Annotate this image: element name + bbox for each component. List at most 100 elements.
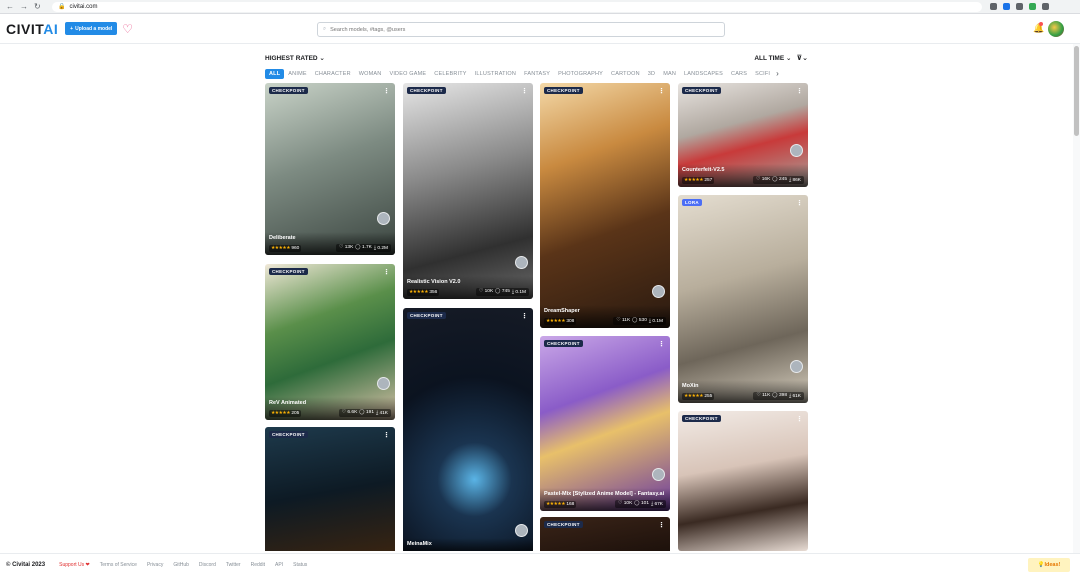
scroll-thumb[interactable] <box>1074 46 1079 136</box>
creator-avatar[interactable] <box>652 285 665 298</box>
more-options-icon[interactable]: ⋮ <box>658 340 665 348</box>
forward-icon[interactable]: → <box>20 2 28 11</box>
ideas-label: Ideas! <box>1044 562 1061 568</box>
footer-link[interactable]: Privacy <box>147 562 163 568</box>
model-type-badge: CHECKPOINT <box>407 312 446 319</box>
search-box[interactable]: ⌕ <box>317 22 725 37</box>
tab-landscapes[interactable]: LANDSCAPES <box>680 69 727 79</box>
plus-icon: + <box>70 25 74 32</box>
more-options-icon[interactable]: ⋮ <box>521 87 528 95</box>
tab-man[interactable]: MAN <box>659 69 680 79</box>
metrics: ♡ 6.6K ◯ 191 ⤓ 41K <box>338 409 391 417</box>
tab-all[interactable]: ALL <box>265 68 285 79</box>
more-options-icon[interactable]: ⋮ <box>796 199 803 207</box>
metrics: ♡ 16K ◯ 245 ⤓ 86K <box>753 176 804 184</box>
back-icon[interactable]: ← <box>6 2 14 11</box>
search-input[interactable] <box>330 26 711 33</box>
model-type-badge: CHECKPOINT <box>269 431 308 438</box>
tab-cars[interactable]: CARS <box>727 69 751 79</box>
tab-celebrity[interactable]: CELEBRITY <box>430 69 470 79</box>
tab-anime[interactable]: ANIME <box>284 69 310 79</box>
creator-avatar[interactable] <box>790 144 803 157</box>
footer-link[interactable]: Discord <box>199 562 216 568</box>
tab-scifi[interactable]: SCIFI <box>751 69 774 79</box>
model-card[interactable]: LORA ⋮ MoXin ★★★★★ 255 ♡ 11K ◯ 398 ⤓ 61K <box>678 195 808 403</box>
ideas-button[interactable]: 💡 Ideas! <box>1028 558 1070 572</box>
likes-count: ♡ 16K <box>756 177 771 182</box>
category-tabs: ALL ANIME CHARACTER WOMAN VIDEO GAME CELEBRIT… <box>265 68 808 79</box>
model-type-badge: CHECKPOINT <box>269 268 308 275</box>
model-type-badge: CHECKPOINT <box>544 521 583 528</box>
tab-cartoon[interactable]: CARTOON <box>607 69 644 79</box>
card-stats: ★★★★★ 205 ♡ 6.6K ◯ 191 ⤓ 41K <box>269 409 391 417</box>
downloads-count: ⤓ 0.1M <box>648 319 663 324</box>
footer-link[interactable]: Twitter <box>226 562 241 568</box>
rating: ★★★★★ 308 <box>544 317 577 325</box>
logo-accent: AI <box>43 20 59 37</box>
chevron-right-icon[interactable]: › <box>776 69 779 78</box>
extension-icon[interactable] <box>1029 3 1036 10</box>
rating: ★★★★★ 960 <box>269 244 302 252</box>
civitai-logo[interactable]: CIVITAI <box>6 21 58 37</box>
tab-photography[interactable]: PHOTOGRAPHY <box>554 69 607 79</box>
more-options-icon[interactable]: ⋮ <box>658 87 665 95</box>
address-bar[interactable]: 🔒 civitai.com <box>52 1 982 12</box>
tab-fantasy[interactable]: FANTASY <box>520 69 554 79</box>
reload-icon[interactable]: ↻ <box>34 2 41 11</box>
bell-icon[interactable]: 🔔 <box>1033 22 1044 34</box>
model-card[interactable]: CHECKPOINT ⋮ DreamShaper ★★★★★ 308 ♡ 11K ◯… <box>540 83 670 328</box>
more-options-icon[interactable]: ⋮ <box>383 431 390 439</box>
more-options-icon[interactable]: ⋮ <box>383 268 390 276</box>
extension-icon[interactable] <box>990 3 997 10</box>
model-card[interactable]: CHECKPOINT ⋮ ReV Animated ★★★★★ 205 ♡ 6.6K… <box>265 264 395 420</box>
more-options-icon[interactable]: ⋮ <box>383 87 390 95</box>
model-card[interactable]: CHECKPOINT ⋮ <box>265 427 395 551</box>
footer-link[interactable]: Reddit <box>251 562 265 568</box>
card-footer: MoXin ★★★★★ 255 ♡ 11K ◯ 398 ⤓ 61K <box>678 380 808 403</box>
more-options-icon[interactable]: ⋮ <box>796 415 803 423</box>
extension-icon[interactable] <box>1016 3 1023 10</box>
model-card[interactable]: CHECKPOINT ⋮ Realistic Vision V2.0 ★★★★★ 3… <box>403 83 533 299</box>
model-card[interactable]: CHECKPOINT ⋮ <box>540 517 670 551</box>
likes-count: ♡ 6.6K <box>341 410 358 415</box>
footer-link[interactable]: API <box>275 562 283 568</box>
tab-woman[interactable]: WOMAN <box>355 69 386 79</box>
footer-link[interactable]: Status <box>293 562 307 568</box>
metrics: ♡ 10K ◯ 101 ⤓ 67K <box>615 500 666 508</box>
sort-dropdown[interactable]: HIGHEST RATED ⌄ <box>265 54 325 62</box>
more-options-icon[interactable]: ⋮ <box>658 521 665 529</box>
creator-avatar[interactable] <box>515 256 528 269</box>
model-card[interactable]: CHECKPOINT ⋮ MeinaMix <box>403 308 533 551</box>
scrollbar[interactable] <box>1073 44 1080 553</box>
extension-icon[interactable] <box>1003 3 1010 10</box>
tab-illustration[interactable]: ILLUSTRATION <box>471 69 520 79</box>
creator-avatar[interactable] <box>652 468 665 481</box>
avatar[interactable] <box>1048 21 1064 37</box>
filter-icon[interactable]: ⊽⌄ <box>796 55 808 62</box>
creator-avatar[interactable] <box>790 360 803 373</box>
extension-icon[interactable] <box>1042 3 1049 10</box>
model-card[interactable]: CHECKPOINT ⋮ <box>678 411 808 551</box>
footer-link[interactable]: Terms of Service <box>100 562 137 568</box>
more-options-icon[interactable]: ⋮ <box>796 87 803 95</box>
tab-character[interactable]: CHARACTER <box>311 69 355 79</box>
model-card[interactable]: CHECKPOINT ⋮ Counterfeit-V2.5 ★★★★★ 257 ♡ … <box>678 83 808 187</box>
period-dropdown[interactable]: ALL TIME ⌄ ⊽⌄ <box>754 54 808 62</box>
creator-avatar[interactable] <box>377 212 390 225</box>
model-card[interactable]: CHECKPOINT ⋮ Deliberate ★★★★★ 960 ♡ 13K ◯ … <box>265 83 395 255</box>
model-type-badge: CHECKPOINT <box>682 415 721 422</box>
more-options-icon[interactable]: ⋮ <box>521 312 528 320</box>
creator-avatar[interactable] <box>377 377 390 390</box>
chevron-down-icon: ⌄ <box>785 54 792 62</box>
upload-model-button[interactable]: + Upload a model <box>65 22 118 35</box>
card-footer: ReV Animated ★★★★★ 205 ♡ 6.6K ◯ 191 ⤓ 41… <box>265 397 395 420</box>
tab-3d[interactable]: 3D <box>644 69 659 79</box>
footer-link[interactable]: Support Us ❤ <box>59 562 90 568</box>
model-title: DreamShaper <box>544 308 580 314</box>
model-card[interactable]: CHECKPOINT ⋮ Pastel-Mix [Stylized Anime Mo… <box>540 336 670 511</box>
heart-icon[interactable]: ♡ <box>122 23 133 35</box>
creator-avatar[interactable] <box>515 524 528 537</box>
tab-video-game[interactable]: VIDEO GAME <box>385 69 430 79</box>
footer-link[interactable]: GitHub <box>173 562 189 568</box>
notification-dot <box>1039 22 1043 26</box>
